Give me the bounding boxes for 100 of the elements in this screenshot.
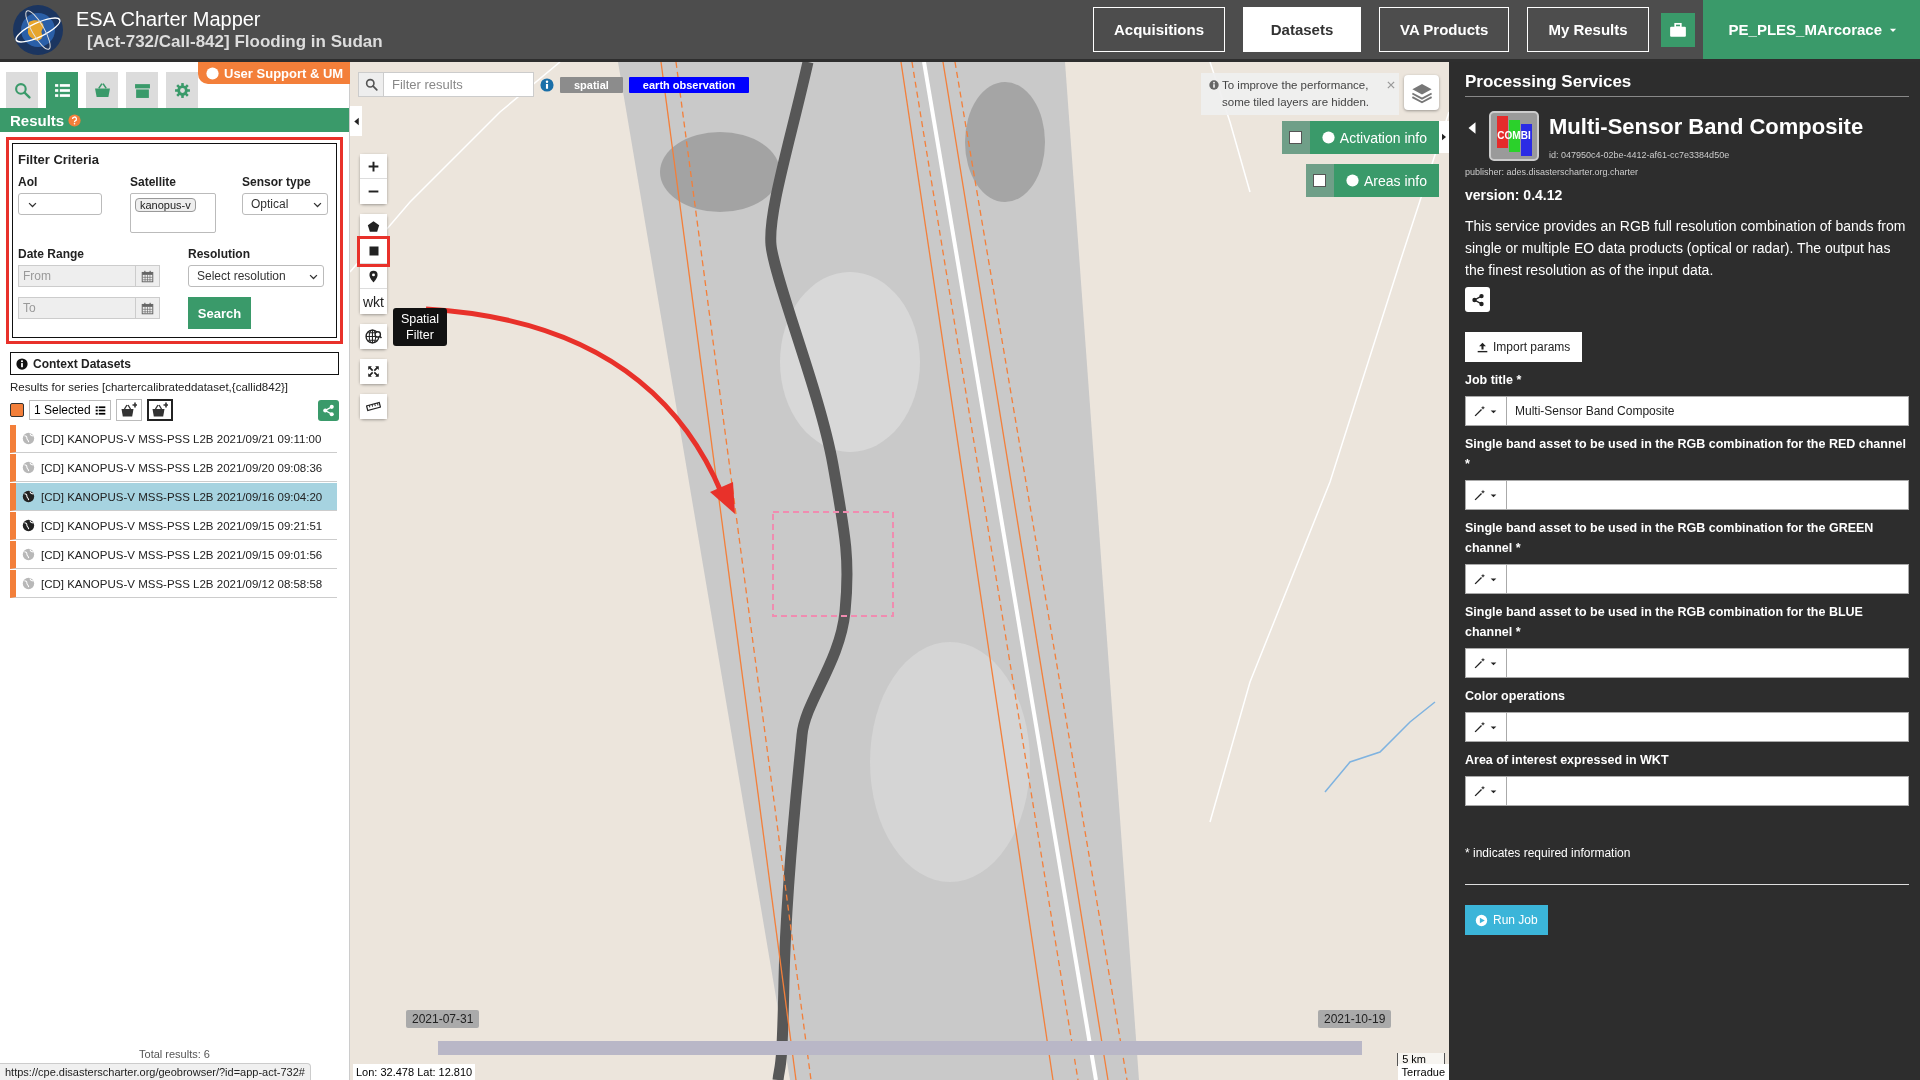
result-title: [CD] KANOPUS-V MSS-PSS L2B 2021/09/20 09:08:36 (41, 461, 323, 474)
field-label: Satellite (130, 175, 177, 189)
publisher-text: publisher: ades.disasterscharter.org.charter (1465, 167, 1640, 177)
resolution-select[interactable]: Select resolution (188, 265, 324, 287)
upload-icon (1477, 341, 1488, 353)
wand-menu-button[interactable] (1465, 776, 1507, 806)
archive-tab[interactable] (126, 72, 158, 108)
nav-tab[interactable]: Acquisitions (1093, 7, 1226, 52)
version-text: version: 0.4.12 (1465, 187, 1564, 203)
input-field[interactable] (1507, 480, 1909, 510)
checkbox[interactable] (1313, 174, 1327, 187)
search-icon (13, 81, 31, 99)
gear-tab[interactable] (166, 72, 198, 108)
archive-icon (133, 81, 151, 99)
basket-tab[interactable] (86, 72, 118, 108)
total-results: Total results: 6 (138, 1048, 211, 1060)
color-bars-icon (1496, 116, 1532, 156)
wand-menu-button[interactable] (1465, 396, 1507, 426)
wand-menu-button[interactable] (1465, 648, 1507, 678)
wand-icon (1474, 405, 1486, 417)
import-params-button[interactable]: Import params (1465, 332, 1583, 362)
close-icon (1386, 80, 1396, 90)
measure-button[interactable] (360, 394, 387, 419)
timeline-track[interactable] (438, 1041, 1362, 1055)
input-field[interactable] (1507, 776, 1909, 806)
series-text: Results for series [chartercalibrateddataset,{callid842}] (10, 381, 290, 393)
input-field[interactable] (1507, 564, 1909, 594)
collapse-handle[interactable] (350, 106, 362, 136)
help-icon (68, 113, 82, 127)
wkt-button[interactable]: wkt (360, 289, 387, 314)
draw-rectangle-button[interactable] (360, 239, 387, 264)
wand-icon (1474, 785, 1486, 797)
expand-button[interactable] (360, 359, 387, 384)
nav-tab[interactable]: My Results (1527, 7, 1649, 52)
list-icon (53, 81, 71, 99)
input-field[interactable] (1507, 648, 1909, 678)
field-label: AoI (18, 175, 38, 189)
satellite-select[interactable]: kanopus-v (130, 193, 216, 233)
layers-icon (1410, 81, 1433, 104)
wand-icon (1474, 721, 1486, 733)
field-label: Single band asset to be used in the RGB combination for the RED channel * (1465, 436, 1908, 473)
pentagon-icon (367, 219, 380, 233)
from-date-field[interactable]: From (18, 265, 135, 287)
logo-icon (12, 3, 64, 56)
calendar-button[interactable] (135, 297, 160, 319)
aoi-select[interactable] (18, 193, 102, 215)
nav-tab[interactable]: VA Products (1379, 7, 1510, 52)
globe-search-button[interactable] (360, 324, 387, 349)
share-button[interactable] (1465, 287, 1490, 312)
nav-tab[interactable]: Datasets (1243, 7, 1362, 52)
date-label: 2021-10-19 (1318, 1010, 1392, 1028)
square-icon (367, 245, 380, 257)
select-all-checkbox[interactable] (10, 403, 24, 417)
input-field[interactable]: Multi-Sensor Band Composite (1507, 396, 1909, 426)
result-item[interactable]: [CD] KANOPUS-V MSS-PSS L2B 2021/09/16 09:04:20 (10, 483, 337, 511)
wand-menu-button[interactable] (1465, 564, 1507, 594)
list-icon (94, 404, 106, 416)
calendar-icon (141, 301, 154, 315)
list-tab[interactable] (46, 72, 78, 108)
wand-menu-button[interactable] (1465, 480, 1507, 510)
zoom-in-button[interactable] (360, 154, 387, 179)
field-label: Job title * (1465, 372, 1523, 389)
result-item[interactable]: [CD] KANOPUS-V MSS-PSS L2B 2021/09/15 09:01:56 (10, 541, 337, 569)
to-date-field[interactable]: To (18, 297, 135, 319)
share-icon (322, 403, 335, 417)
field-label: Single band asset to be used in the RGB combination for the GREEN channel * (1465, 520, 1875, 557)
wand-icon (1474, 573, 1486, 585)
filter-results-field[interactable]: Filter results (384, 72, 534, 97)
briefcase-button[interactable] (1660, 12, 1695, 47)
caret-left-icon (351, 116, 361, 126)
add-to-basket-button[interactable] (115, 399, 142, 421)
wand-icon (1474, 489, 1486, 501)
search-icon (364, 78, 378, 91)
status-url: https://cpe.disasterscharter.org/geobrowser/?id=app-act-732# (0, 1063, 311, 1080)
layers-button[interactable] (1404, 75, 1439, 110)
sensor-select[interactable]: Optical (242, 193, 328, 215)
tooltip: Spatial Filter (393, 308, 447, 346)
attribution-text: Terradue (1397, 1064, 1449, 1080)
basket-plus-icon (151, 402, 168, 418)
expand-icon (367, 365, 380, 378)
checkbox[interactable] (1289, 131, 1303, 144)
result-item[interactable]: [CD] KANOPUS-V MSS-PSS L2B 2021/09/12 08:58:58 (10, 570, 337, 598)
search-tab[interactable] (6, 72, 38, 108)
basket-plus-icon (120, 402, 137, 418)
calendar-icon (141, 269, 154, 283)
calendar-button[interactable] (135, 265, 160, 287)
ruler-icon (366, 399, 381, 414)
panel-toggle-handle[interactable] (1439, 121, 1449, 153)
add-to-basket-button[interactable] (146, 399, 173, 421)
satellite-chip[interactable]: kanopus-v (135, 198, 196, 212)
result-item[interactable]: [CD] KANOPUS-V MSS-PSS L2B 2021/09/21 09:11:00 (10, 425, 337, 453)
selection-menu-button[interactable]: 1 Selected (29, 400, 111, 420)
result-item[interactable]: [CD] KANOPUS-V MSS-PSS L2B 2021/09/15 09:21:51 (10, 512, 337, 540)
share-icon (1470, 292, 1485, 307)
input-field[interactable] (1507, 712, 1909, 742)
date-label: 2021-07-31 (406, 1010, 480, 1028)
globe-search-icon (365, 328, 382, 345)
plus-icon (367, 159, 380, 173)
required-note: * indicates required information (1465, 846, 1632, 860)
wand-menu-button[interactable] (1465, 712, 1507, 742)
